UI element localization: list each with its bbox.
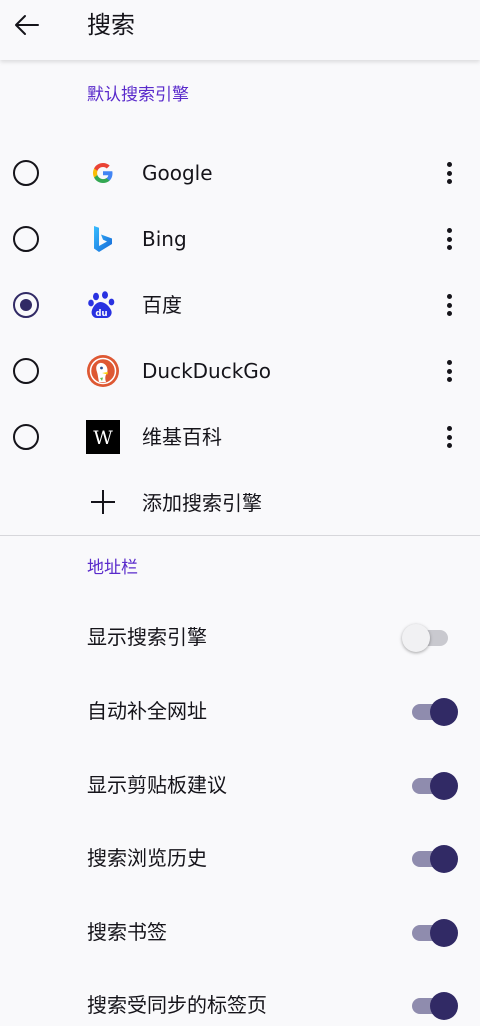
engine-radio-google[interactable] [13,160,39,186]
more-options-button[interactable] [437,224,461,254]
more-options-button[interactable] [437,356,461,386]
engine-row-baidu[interactable]: du 百度 [0,272,480,338]
engine-radio-duckduckgo[interactable] [13,358,39,384]
toggle-row-show-search-engines[interactable]: 显示搜索引擎 [0,603,480,673]
plus-icon [91,490,115,514]
toggle-label: 搜索受同步的标签页 [87,993,267,1017]
svg-text:du: du [95,309,107,319]
engine-row-google[interactable]: Google [0,140,480,206]
engine-label: DuckDuckGo [142,359,272,383]
engine-label: Bing [142,227,187,251]
engine-radio-bing[interactable] [13,226,39,252]
wikipedia-logo-icon: W [86,420,120,454]
toggle-row-search-bookmarks[interactable]: 搜索书签 [0,898,480,968]
toggle-label: 搜索书签 [87,920,167,944]
toggle-row-autocomplete-urls[interactable]: 自动补全网址 [0,677,480,747]
toggle-switch[interactable] [402,918,460,948]
engine-label: Google [142,161,213,185]
add-search-engine-button[interactable]: 添加搜索引擎 [0,470,480,536]
engine-row-duckduckgo[interactable]: DuckDuckGo [0,338,480,404]
default-engine-section-header: 默认搜索引擎 [87,85,189,105]
toggle-switch[interactable] [402,844,460,874]
engine-label: 百度 [142,293,182,317]
toggle-switch[interactable] [402,623,460,653]
bing-logo-icon [86,222,120,256]
toggle-switch[interactable] [402,697,460,727]
more-options-button[interactable] [437,422,461,452]
google-logo-icon [86,156,120,190]
toggle-label: 搜索浏览历史 [87,846,207,870]
duckduckgo-logo-icon [86,354,120,388]
toggle-label: 显示剪贴板建议 [87,773,227,797]
toggle-row-clipboard-suggestions[interactable]: 显示剪贴板建议 [0,751,480,821]
more-options-button[interactable] [437,158,461,188]
arrow-left-icon [15,15,39,35]
toggle-switch[interactable] [402,771,460,801]
top-app-bar: 搜索 [0,0,480,60]
add-search-engine-label: 添加搜索引擎 [142,491,262,515]
engine-label: 维基百科 [142,425,222,449]
back-button[interactable] [10,8,44,42]
svg-text:W: W [93,427,113,449]
toggle-row-search-history[interactable]: 搜索浏览历史 [0,824,480,894]
address-bar-section-header: 地址栏 [87,558,138,578]
toggle-label: 自动补全网址 [87,699,207,723]
engine-row-bing[interactable]: Bing [0,206,480,272]
engine-radio-baidu[interactable] [13,292,39,318]
toggle-row-synced-tabs[interactable]: 搜索受同步的标签页 [0,971,480,1026]
toggle-label: 显示搜索引擎 [87,625,207,649]
baidu-logo-icon: du [86,288,120,322]
engine-radio-wikipedia[interactable] [13,424,39,450]
engine-row-wikipedia[interactable]: W 维基百科 [0,404,480,470]
section-divider [0,535,480,536]
toggle-switch[interactable] [402,991,460,1021]
page-title: 搜索 [87,11,135,39]
more-options-button[interactable] [437,290,461,320]
